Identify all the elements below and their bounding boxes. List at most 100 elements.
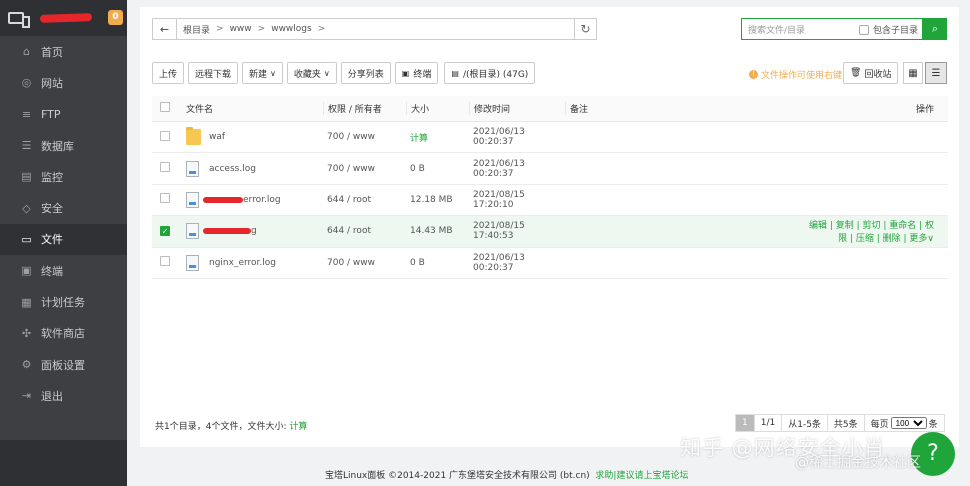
sidebar-item-label: 软件商店	[41, 327, 85, 341]
remote-download-button[interactable]: 远程下载	[188, 62, 239, 84]
row-checkbox[interactable]: ✓	[160, 225, 170, 236]
new-button[interactable]: 新建 ∨	[242, 62, 283, 84]
table-row[interactable]: nginx_error.log 700 / www 0 B 2021/06/13 00…	[152, 248, 948, 279]
table-summary: 共1个目录，4个文件，文件大小: 计算	[155, 422, 308, 432]
logout-icon: ⇥	[21, 389, 32, 403]
file-perm[interactable]: 644 / root	[323, 226, 406, 236]
question-icon: ?	[927, 441, 939, 466]
back-button[interactable]: ←	[153, 19, 177, 39]
page-current[interactable]: 1	[735, 414, 755, 432]
file-perm[interactable]: 644 / root	[323, 195, 406, 205]
file-name[interactable]: error.log	[243, 195, 281, 205]
table-row[interactable]: access.log 700 / www 0 B 2021/06/13 00:20:3…	[152, 153, 948, 185]
disk-icon: ▤	[451, 68, 459, 78]
notification-badge[interactable]: 0	[108, 10, 123, 25]
globe-icon: ◎	[21, 76, 32, 90]
chevron-right-icon: >	[317, 24, 326, 34]
sidebar-item-7[interactable]: ▣ 终端	[0, 255, 127, 286]
breadcrumb-item[interactable]: 根目录 >	[183, 23, 224, 36]
folder-icon: ▭	[21, 232, 32, 246]
refresh-icon: ↻	[580, 22, 591, 36]
sidebar-item-label: 网站	[41, 76, 63, 90]
grid-view-button[interactable]: ▦	[903, 62, 923, 84]
refresh-button[interactable]: ↻	[574, 19, 596, 39]
row-checkbox[interactable]	[160, 193, 170, 204]
file-table: 文件名 权限 / 所有者 大小 修改时间 备注 操作 waf 700 / www 计…	[152, 96, 948, 279]
home-icon: ⌂	[23, 45, 30, 59]
file-icon	[186, 223, 199, 240]
col-size[interactable]: 大小	[406, 102, 469, 115]
sidebar-item-3[interactable]: ☰ 数据库	[0, 130, 127, 161]
file-name[interactable]: access.log	[209, 164, 256, 174]
sidebar-item-1[interactable]: ◎ 网站	[0, 67, 127, 98]
sidebar-item-8[interactable]: ▦ 计划任务	[0, 286, 127, 317]
select-all-checkbox[interactable]	[160, 102, 170, 112]
table-row[interactable]: waf 700 / www 计算 2021/06/13 00:20:37	[152, 122, 948, 154]
breadcrumb-item[interactable]: wwwlogs >	[271, 24, 325, 34]
row-checkbox[interactable]	[160, 162, 170, 173]
file-operations[interactable]: 编辑 | 复制 | 剪切 | 重命名 | 权限 | 压缩 | 删除 | 更多∨	[808, 218, 948, 244]
chevron-right-icon: >	[216, 24, 224, 34]
sidebar-item-6[interactable]: ▭ 文件	[0, 223, 127, 256]
file-mtime: 2021/06/13 00:20:37	[473, 158, 525, 179]
file-name[interactable]: nginx_error.log	[209, 258, 276, 268]
gear-icon: ⚙	[21, 358, 32, 372]
sidebar-item-label: FTP	[41, 107, 61, 121]
copyright: 宝塔Linux面板 ©2014-2021 广东堡塔安全技术有限公司 (bt.cn…	[325, 471, 689, 481]
breadcrumb-item[interactable]: www >	[230, 24, 266, 34]
upload-button[interactable]: 上传	[152, 62, 185, 84]
file-name[interactable]: waf	[209, 132, 225, 142]
sidebar-item-4[interactable]: ▤ 监控	[0, 161, 127, 192]
col-time[interactable]: 修改时间	[469, 102, 565, 115]
calc-size-link[interactable]: 计算	[289, 422, 307, 432]
search-button[interactable]: ⌕	[923, 18, 947, 40]
sidebar-item-0[interactable]: ⌂ 首页	[0, 36, 127, 67]
list-icon: ☰	[931, 67, 941, 79]
search-input[interactable]: 搜索文件/目录 包含子目录	[741, 18, 923, 40]
table-row[interactable]: error.log 644 / root 12.18 MB 2021/08/15 17…	[152, 185, 948, 217]
sidebar-item-5[interactable]: ◇ 安全	[0, 192, 127, 223]
sidebar-item-11[interactable]: ⇥ 退出	[0, 380, 127, 411]
col-op: 操作	[915, 105, 934, 115]
file-size[interactable]: 计算	[406, 131, 469, 144]
checkbox[interactable]	[858, 24, 869, 35]
page-range: 从1-5条	[781, 414, 828, 432]
file-perm[interactable]: 700 / www	[323, 258, 406, 268]
search-icon: ⌕	[931, 22, 939, 35]
file-icon	[186, 191, 199, 208]
pagination: 1 1/1 从1-5条 共5条 每页 100 条	[735, 414, 945, 432]
sidebar-item-2[interactable]: ≡ FTP	[0, 99, 127, 130]
sidebar-item-label: 首页	[41, 45, 63, 59]
file-perm[interactable]: 700 / www	[323, 132, 406, 142]
row-ops-links[interactable]: 编辑 | 复制 | 剪切 | 重命名 | 权限 | 压缩 | 删除 | 更多	[809, 221, 934, 244]
sidebar-bottom	[0, 440, 127, 486]
col-perm[interactable]: 权限 / 所有者	[323, 102, 406, 115]
terminal-icon: ▣	[401, 68, 410, 78]
disk-button[interactable]: ▤/(根目录) (47G)	[444, 62, 536, 84]
share-list-button[interactable]: 分享列表	[340, 62, 391, 84]
row-checkbox[interactable]	[160, 256, 170, 267]
file-icon	[186, 160, 199, 177]
col-note: 备注	[565, 102, 808, 115]
table-row[interactable]: ✓ g 644 / root 14.43 MB 2021/08/15 17:40:53 编…	[152, 216, 948, 248]
grid-icon: ▦	[908, 67, 918, 79]
col-name[interactable]: 文件名	[186, 102, 323, 115]
recycle-bin-button[interactable]: 🗑 回收站	[843, 62, 899, 84]
sidebar-item-9[interactable]: ✣ 软件商店	[0, 318, 127, 349]
file-name[interactable]: g	[251, 226, 257, 236]
redacted-filename	[203, 228, 251, 235]
arrow-left-icon: ←	[159, 22, 170, 36]
sidebar-item-10[interactable]: ⚙ 面板设置	[0, 349, 127, 380]
file-perm[interactable]: 700 / www	[323, 164, 406, 174]
database-icon: ☰	[21, 139, 32, 153]
per-page-select[interactable]: 100	[890, 417, 927, 429]
forum-link[interactable]: 求助|建议请上宝塔论坛	[595, 471, 688, 481]
sidebar-menu: ⌂ 首页 ◎ 网站 ≡ FTP ☰ 数据库 ▤ 监控 ◇ 安全 ▭ 文件 ▣ 终端 ▦ 计划任务 ✣ 软件商店 ⚙ 面板设…	[0, 36, 127, 412]
sidebar-item-label: 数据库	[41, 139, 74, 153]
terminal-button[interactable]: ▣ 终端	[394, 62, 439, 84]
favorites-button[interactable]: 收藏夹 ∨	[286, 62, 337, 84]
row-checkbox[interactable]	[160, 130, 170, 141]
include-subdir-checkbox[interactable]: 包含子目录	[858, 23, 918, 36]
list-view-button[interactable]: ☰	[925, 62, 947, 84]
sidebar-item-label: 监控	[41, 170, 63, 184]
